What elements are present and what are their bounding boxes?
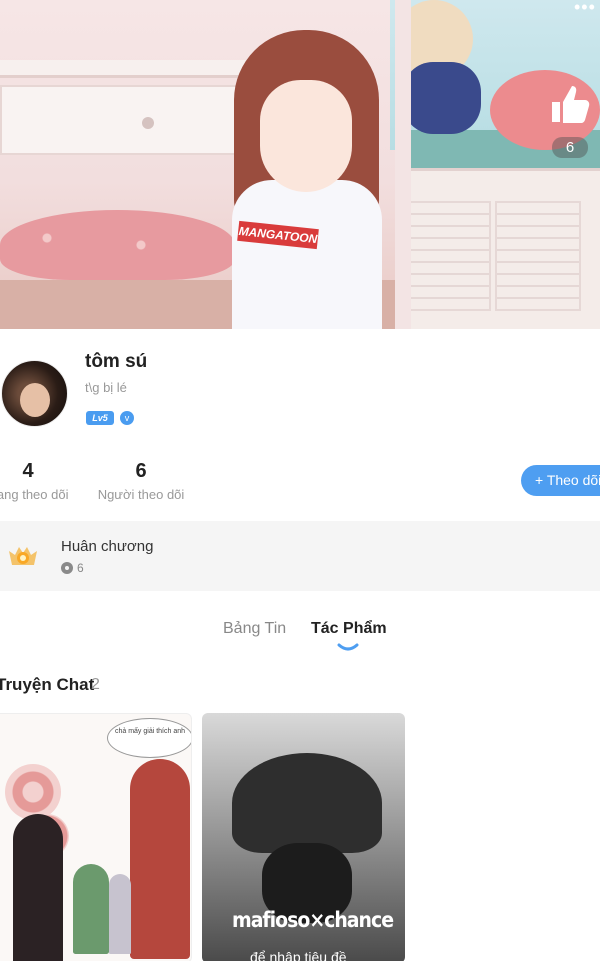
cover-stool [0,210,235,280]
medals-title: Huân chương [61,538,154,555]
verified-badge-icon: v [120,411,134,425]
medal-icon [9,547,37,565]
follow-button[interactable]: + Theo dõi [521,465,600,496]
following-stat[interactable]: 4 Đang theo dõi [0,460,76,502]
card-speech-bubble: chả mấy giải thích anh [107,718,191,758]
card-figure [13,814,63,961]
card-title: mafioso×chance [232,908,394,932]
user-bio: t\g bị lé [85,380,127,395]
story-card[interactable]: chả mấy giải thích anh [0,713,192,961]
followers-label: Người theo dõi [97,487,185,502]
like-count-badge: 6 [552,137,588,158]
medal-count-icon [61,562,73,574]
card-figure [109,874,131,954]
cover-drawer [0,85,250,155]
cover-cabinet [395,168,600,329]
medals-count-value: 6 [77,561,84,575]
username: tôm sú [85,351,148,372]
following-label: Đang theo dõi [0,487,69,502]
more-options-icon[interactable]: ••• [574,0,600,16]
followers-stat[interactable]: 6 Người theo dõi [96,460,186,502]
level-badge: Lv5 [86,411,114,425]
card-figure [130,759,190,959]
story-card[interactable]: mafioso×chance để nhập tiêu đề [202,713,405,961]
tab-feed[interactable]: Bảng Tin [223,620,286,638]
cover-character: MANGATOON [228,30,388,329]
cover-curtain [395,0,411,329]
section-count: 2 [91,676,100,693]
tab-active-indicator [337,643,359,651]
following-count: 4 [22,460,34,482]
card-subtitle: để nhập tiêu đề [250,949,347,961]
profile-cover-image: MANGATOON [0,0,600,329]
cover-shelf [0,60,250,78]
tab-works[interactable]: Tác Phẩm [311,620,387,638]
thumbs-up-icon [552,86,590,123]
card-cover-hat [232,753,382,853]
avatar[interactable] [1,360,68,427]
card-figure [73,864,109,954]
medals-count: 6 [61,561,84,575]
section-title: Truyện Chat [0,675,95,694]
followers-count: 6 [135,460,147,482]
medals-row[interactable]: Huân chương 6 [0,521,600,591]
